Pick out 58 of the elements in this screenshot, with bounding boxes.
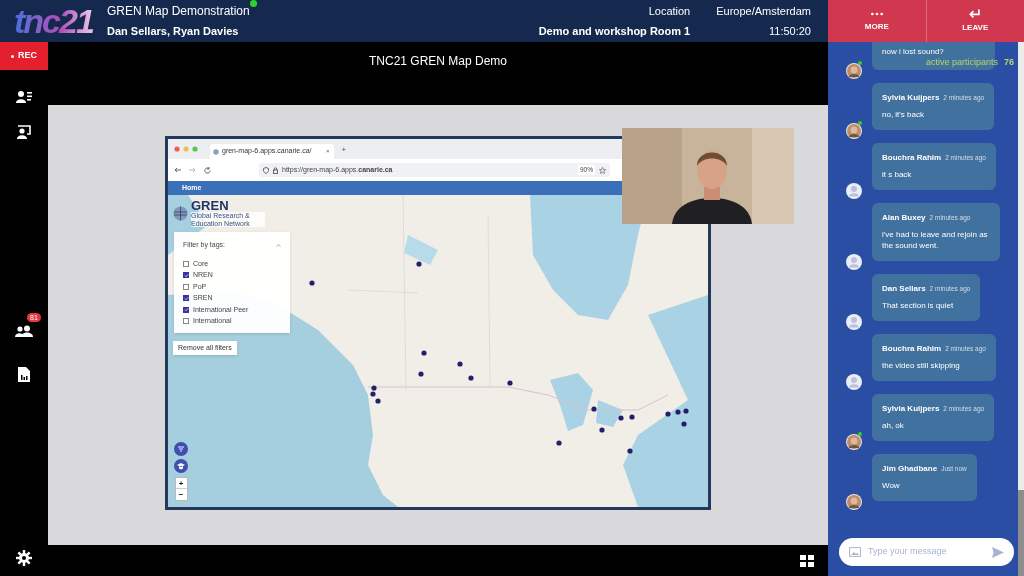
message-input[interactable]: Type your message — [868, 545, 985, 559]
contacts-icon[interactable] — [16, 90, 32, 104]
message-text: Wow — [882, 480, 901, 491]
report-icon[interactable] — [18, 367, 30, 382]
zoom-out-button[interactable]: − — [175, 489, 187, 500]
stage-title: TNC21 GREN Map Demo — [368, 53, 507, 70]
message-text: no, it's back — [882, 109, 925, 120]
person-board-icon[interactable] — [17, 125, 31, 139]
presenter-names: Dan Sellars, Ryan Davies — [107, 24, 240, 40]
checkbox[interactable] — [183, 260, 189, 267]
message-text: That section is quiet — [882, 300, 955, 311]
rec-button[interactable]: REC — [0, 42, 48, 70]
message-text: it s back — [882, 169, 913, 180]
message-text: ah, ok — [882, 420, 905, 431]
location-name: Demo and workshop Room 1 — [538, 24, 691, 39]
author-name: Bouchra Rahim — [882, 152, 942, 164]
timezone: Europe/Amsterdam — [716, 3, 811, 19]
checkbox[interactable] — [183, 295, 189, 302]
new-tab-button[interactable]: + — [341, 144, 347, 156]
reload-icon[interactable] — [204, 166, 211, 174]
checkbox[interactable] — [183, 306, 189, 313]
zoom-in-button[interactable]: + — [175, 478, 187, 489]
people-icon[interactable] — [15, 325, 33, 337]
user-avatar — [846, 123, 862, 139]
globe-icon — [213, 148, 219, 155]
user-avatar — [846, 434, 862, 450]
more-button[interactable]: MORE — [828, 0, 926, 42]
lock-icon — [273, 166, 278, 174]
current-time: 11:50:20 — [769, 24, 811, 39]
message-text: i've had to leave and rejoin as the sound went. — [882, 229, 989, 251]
message-text: now i lost sound? — [882, 46, 945, 57]
filter-icon[interactable] — [174, 442, 188, 456]
author-name: Alan Buxey — [882, 212, 926, 224]
author-name: Sylvia Kuijpers — [882, 403, 940, 415]
active-participants-label: active participants — [925, 56, 998, 69]
author-name: Bouchra Rahim — [882, 343, 942, 355]
user-avatar — [846, 63, 862, 79]
graduation-cap-icon[interactable] — [174, 459, 188, 473]
back-arrow-icon[interactable] — [174, 167, 181, 173]
author-name: Dan Sellars — [882, 283, 926, 295]
author-name: Sylvia Kuijpers — [882, 92, 940, 104]
message-field[interactable]: Type your message — [839, 538, 1014, 566]
grid-layout-icon[interactable] — [800, 554, 814, 567]
checkbox[interactable] — [183, 272, 189, 279]
settings-icon[interactable] — [16, 550, 32, 566]
checkbox[interactable] — [183, 318, 189, 325]
star-icon[interactable] — [599, 166, 606, 174]
event-title: GREN Map Demonstration — [107, 3, 250, 21]
checkbox[interactable] — [183, 283, 189, 290]
location-label: Location — [648, 3, 691, 19]
message-text: the video still skipping — [882, 360, 961, 371]
active-participant-count: 76 — [1004, 56, 1014, 69]
globe-logo-icon — [173, 205, 188, 221]
author-name: Jim Ghadbane — [882, 463, 938, 475]
scrollbar[interactable] — [1018, 42, 1024, 576]
shield-icon — [263, 166, 269, 174]
return-icon — [968, 8, 983, 19]
brand-name: GREN — [191, 199, 230, 212]
